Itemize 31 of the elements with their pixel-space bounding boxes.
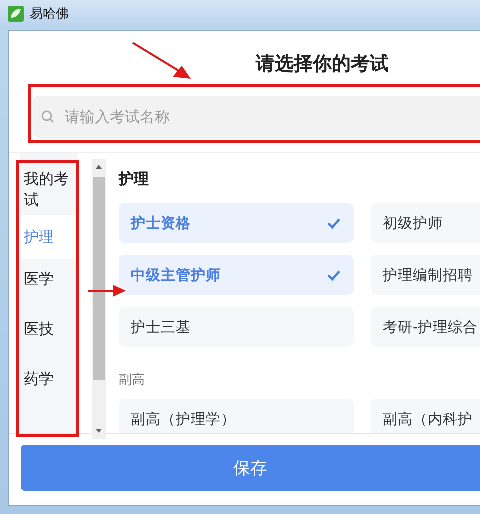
leaf-icon: [8, 6, 24, 22]
exam-option[interactable]: 初级护师: [371, 203, 480, 243]
section-title: 护理: [119, 169, 150, 189]
annotation-arrow: [131, 41, 193, 81]
exam-option[interactable]: 护理编制招聘: [371, 255, 480, 295]
exam-name: 护士资格: [131, 214, 191, 232]
sidebar-item[interactable]: 护理: [20, 215, 78, 259]
exam-name: 护士三基: [131, 318, 191, 336]
exam-option[interactable]: 护士三基: [119, 307, 354, 347]
check-icon: [327, 270, 341, 280]
window-title: 易哈佛: [30, 6, 69, 23]
save-button[interactable]: 保存: [21, 445, 480, 491]
search-field[interactable]: 请输入考试名称: [33, 96, 480, 138]
sidebar-item[interactable]: 我的考试: [20, 165, 78, 209]
dialog-heading: 请选择你的考试: [256, 52, 390, 77]
exam-option[interactable]: 副高（内科护: [371, 399, 480, 433]
sidebar-item[interactable]: 医学: [20, 265, 78, 309]
exam-name: 初级护师: [383, 214, 443, 232]
scrollbar-drawing[interactable]: [92, 159, 106, 439]
sidebar-item[interactable]: 医技: [20, 315, 78, 359]
check-icon: [327, 218, 341, 228]
exam-name: 副高（内科护: [383, 410, 473, 428]
exam-name: 副高（护理学）: [131, 410, 236, 428]
section-title: 副高: [119, 373, 146, 389]
annotation-arrow: [88, 284, 126, 298]
exam-name: 考研-护理综合: [383, 318, 478, 336]
exam-name: 护理编制招聘: [383, 266, 473, 284]
exam-option[interactable]: 考研-护理综合: [371, 307, 480, 347]
exam-name: 中级主管护师: [131, 266, 221, 284]
sidebar-item[interactable]: 药学: [20, 365, 78, 409]
exam-option[interactable]: 副高（护理学）: [119, 399, 354, 433]
